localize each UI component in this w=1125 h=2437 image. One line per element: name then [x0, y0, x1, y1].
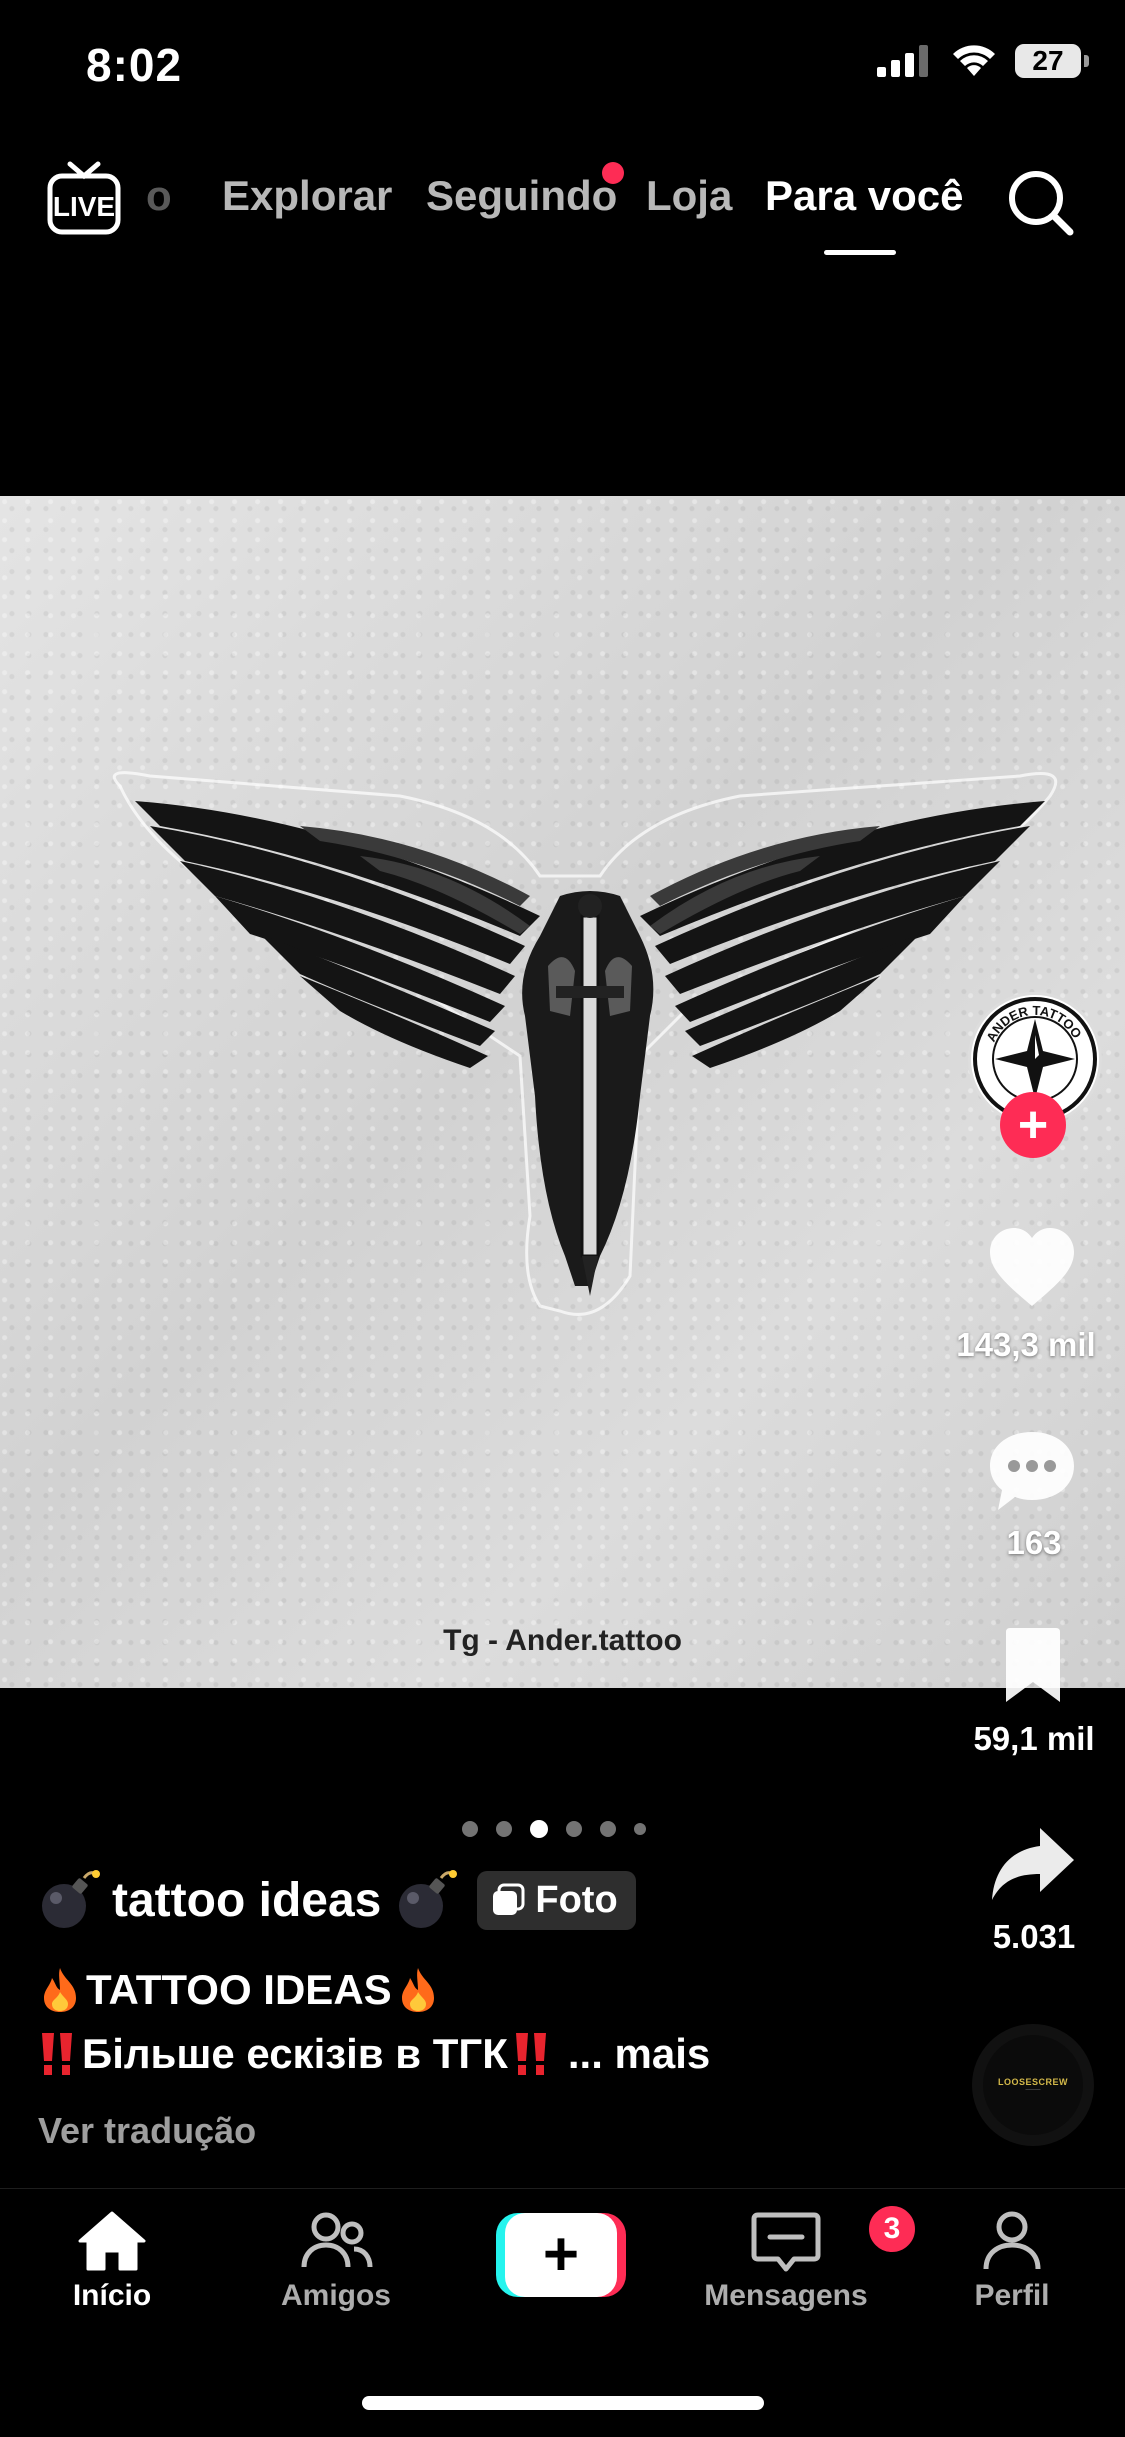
carousel-indicator	[462, 1820, 646, 1838]
description-text-1: TATTOO IDEAS	[86, 1966, 392, 2013]
home-indicator[interactable]	[362, 2396, 764, 2410]
wifi-icon	[953, 45, 995, 76]
home-icon	[78, 2211, 146, 2271]
see-more-link[interactable]: ... mais	[568, 2030, 710, 2078]
status-time: 8:02	[86, 39, 183, 91]
photo-type-label: Foto	[535, 1878, 618, 1921]
active-tab-indicator	[824, 250, 896, 255]
author-row[interactable]: tattoo ideas Foto	[36, 1868, 636, 1932]
like-count: 143,3 mil	[956, 1326, 1096, 1363]
tab-perfil[interactable]: Perfil	[912, 2209, 1112, 2313]
music-disc[interactable]: LOOSESCREW ———	[972, 2024, 1094, 2146]
like-icon[interactable]	[986, 1226, 1078, 1310]
share-count: 5.031	[992, 1918, 1076, 1955]
carousel-dot	[600, 1821, 616, 1837]
description-text-2: Більше ескізів в ТГК	[82, 2030, 508, 2077]
bomb-emoji-icon	[399, 1870, 458, 1928]
image-caption: Tg - Ander.tattoo	[443, 1624, 682, 1657]
carousel-dot	[566, 1821, 582, 1837]
comment-count: 163	[1006, 1524, 1062, 1561]
bomb-emoji-icon	[42, 1870, 100, 1928]
messages-badge: 3	[866, 2203, 918, 2255]
save-count: 59,1 mil	[973, 1720, 1095, 1757]
music-disc-cover: LOOSESCREW ———	[983, 2035, 1083, 2135]
fire-emoji-icon	[401, 1968, 434, 2012]
tab-seguindo[interactable]: Seguindo	[426, 172, 617, 220]
tab-explorar[interactable]: Explorar	[222, 172, 392, 220]
carousel-dot	[462, 1821, 478, 1837]
photo-stack-icon	[493, 1883, 525, 1915]
music-disc-sublabel: ———	[1025, 2087, 1041, 2093]
tab-amigos[interactable]: Amigos	[236, 2209, 436, 2313]
photo-type-badge: Foto	[477, 1870, 636, 1930]
live-icon[interactable]: LIVE	[46, 160, 122, 236]
carousel-dot-active	[530, 1820, 548, 1838]
create-post-button[interactable]: +	[496, 2213, 626, 2297]
tab-para-voce[interactable]: Para você	[765, 172, 963, 220]
author-name[interactable]: tattoo ideas	[112, 1873, 381, 1928]
search-icon[interactable]	[1006, 168, 1076, 238]
description-line-2[interactable]: Більше ескізів в ТГК ... mais	[38, 2030, 710, 2078]
status-icons: 27	[877, 44, 1089, 78]
bookmark-icon[interactable]	[1000, 1628, 1066, 1704]
see-translation-link[interactable]: Ver tradução	[38, 2110, 256, 2152]
tab-amigos-label: Amigos	[280, 2279, 391, 2312]
fire-emoji-icon	[44, 1968, 76, 2012]
comment-icon[interactable]	[986, 1428, 1078, 1514]
tab-perfil-label: Perfil	[974, 2279, 1050, 2312]
tab-inicio[interactable]: Início	[12, 2209, 212, 2313]
post-image[interactable]	[0, 496, 1125, 1688]
tab-mensagens[interactable]: 3 Mensagens	[686, 2203, 918, 2313]
carousel-dot	[496, 1821, 512, 1837]
battery-level: 27	[1032, 45, 1064, 76]
plus-icon: +	[505, 2213, 617, 2297]
battery-icon: 27	[1015, 44, 1089, 78]
inbox-icon	[751, 2212, 821, 2272]
music-disc-label: LOOSESCREW	[997, 2077, 1068, 2087]
tattoo-winged-sword-image	[112, 771, 1058, 1316]
messages-icon-wrap: 3	[748, 2203, 918, 2273]
notification-dot	[602, 162, 624, 184]
tab-loja[interactable]: Loja	[646, 172, 732, 220]
follow-button[interactable]: +	[1000, 1092, 1066, 1158]
carousel-dot	[634, 1823, 646, 1835]
description-line-1[interactable]: TATTOO IDEAS	[38, 1966, 440, 2014]
top-nav: LIVE o Explorar Seguindo Loja Para você	[0, 160, 1125, 260]
share-icon[interactable]	[988, 1824, 1078, 1904]
double-exclamation-icon	[515, 2033, 546, 2075]
tab-partial[interactable]: o	[146, 172, 172, 220]
friends-icon	[301, 2212, 373, 2268]
tab-inicio-label: Início	[72, 2279, 152, 2312]
profile-icon	[983, 2211, 1041, 2270]
double-exclamation-icon	[42, 2033, 72, 2075]
live-label: LIVE	[53, 191, 115, 222]
cellular-signal-icon	[877, 45, 928, 77]
tab-mensagens-label: Mensagens	[704, 2279, 868, 2312]
